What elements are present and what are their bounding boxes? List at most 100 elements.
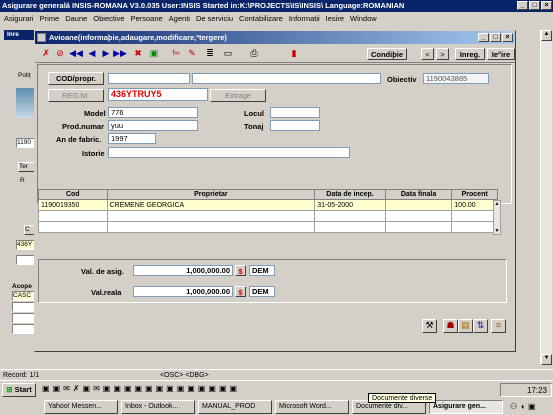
tonaj-field[interactable] xyxy=(270,120,320,131)
menu-daune[interactable]: Daune xyxy=(65,12,87,25)
close-button[interactable]: × xyxy=(541,1,552,10)
quick-launch-icon[interactable]: ▣ xyxy=(177,384,185,396)
inreg-button[interactable]: Inreg. xyxy=(455,48,485,60)
last-record-icon[interactable]: ▶▶ xyxy=(113,47,127,59)
dialog-minimize-button[interactable]: _ xyxy=(478,33,489,42)
sort-icon[interactable]: ⇅ xyxy=(473,319,488,333)
istorie-field[interactable] xyxy=(108,147,350,158)
currency-button-1[interactable]: $ xyxy=(235,265,246,276)
quick-launch-icon[interactable]: ▣ xyxy=(230,384,238,396)
function-icon[interactable]: f∞ xyxy=(169,47,183,59)
maximize-button[interactable]: □ xyxy=(529,1,540,10)
quick-launch-icon[interactable]: ▣ xyxy=(219,384,227,396)
grid-scroll-up-icon[interactable]: ▲ xyxy=(494,201,500,207)
scroll-down-icon[interactable]: ▼ xyxy=(541,354,552,365)
list-icon[interactable]: ≣ xyxy=(203,47,217,59)
iesire-button[interactable]: Ie°ire xyxy=(487,48,515,60)
wand-icon[interactable]: ⚒ xyxy=(422,319,437,333)
cell-cod[interactable] xyxy=(38,210,108,222)
quick-launch-icon[interactable]: ▣ xyxy=(42,384,50,396)
quick-launch-icon[interactable]: ▣ xyxy=(208,384,216,396)
quick-launch-icon[interactable]: ▣ xyxy=(53,384,61,396)
cell-data-incep[interactable]: 31-05-2000 xyxy=(314,199,386,211)
cod-propr-field[interactable] xyxy=(108,73,190,84)
delete-record-icon[interactable]: ✖ xyxy=(131,47,145,59)
cell-cod[interactable] xyxy=(38,221,108,233)
volume-icon[interactable]: ◖ xyxy=(520,402,525,411)
task-asigurare[interactable]: Asigurare gen... xyxy=(429,400,503,414)
task-word[interactable]: Microsoft Word... xyxy=(275,400,349,414)
quick-launch-icon[interactable]: ▣ xyxy=(166,384,174,396)
dialog-close-button[interactable]: × xyxy=(502,33,513,42)
task-manual-prod[interactable]: MANUAL_PROD xyxy=(198,400,272,414)
grid-scroll-down-icon[interactable]: ▼ xyxy=(494,228,500,234)
table-row[interactable]: 1190019350 CREMENE GEORGICA 31-05-2000 1… xyxy=(38,199,498,211)
quick-launch-icon[interactable]: ▣ xyxy=(83,384,91,396)
cell-cod[interactable]: 1190019350 xyxy=(38,199,108,211)
save-icon[interactable]: ▣ xyxy=(147,47,161,59)
currency-button-2[interactable]: $ xyxy=(235,286,246,297)
clock[interactable]: 17:23 xyxy=(527,386,547,395)
quick-launch-icon[interactable]: ▣ xyxy=(134,384,142,396)
first-record-icon[interactable]: ◀◀ xyxy=(69,47,83,59)
cell-data-finala[interactable] xyxy=(384,199,453,211)
cell-data-incep[interactable] xyxy=(314,221,386,233)
chart-icon[interactable]: ▤ xyxy=(458,319,473,333)
val-asig-currency[interactable]: DEM xyxy=(249,265,275,276)
network-icon[interactable]: ⚇ xyxy=(510,402,517,411)
quick-launch-icon[interactable]: ✉ xyxy=(93,384,100,396)
prod-numar-field[interactable]: yuu xyxy=(108,120,198,131)
menu-agenti[interactable]: Agenti xyxy=(169,12,190,25)
cod-propr-name-field[interactable] xyxy=(192,73,381,84)
grid-scrollbar[interactable]: ▲ ▼ xyxy=(493,200,501,235)
extrage-button[interactable]: Extrage xyxy=(210,89,266,102)
people-icon[interactable]: ☗ xyxy=(443,319,458,333)
cell-proprietar[interactable]: CREMENE GEORGICA xyxy=(106,199,316,211)
cell-proprietar[interactable] xyxy=(106,210,316,222)
menu-window[interactable]: Window xyxy=(350,12,377,25)
cancel-icon[interactable]: ✗ xyxy=(39,47,53,59)
money-icon[interactable]: ¤ xyxy=(491,319,506,333)
an-fabric-field[interactable]: 1997 xyxy=(108,133,156,144)
prev-record-icon[interactable]: ◀ xyxy=(85,47,99,59)
conditie-button[interactable]: Condiþie xyxy=(367,48,407,60)
no-entry-icon[interactable]: ⊘ xyxy=(53,47,67,59)
start-button[interactable]: ⊞ Start xyxy=(2,383,36,397)
table-row[interactable] xyxy=(38,221,498,233)
cell-procent[interactable]: 100.00 xyxy=(451,199,498,211)
cell-data-incep[interactable] xyxy=(314,210,386,222)
quick-launch-icon[interactable]: ▣ xyxy=(145,384,153,396)
scroll-up-icon[interactable]: ▲ xyxy=(541,30,552,41)
menu-persoane[interactable]: Persoane xyxy=(131,12,163,25)
table-row[interactable] xyxy=(38,210,498,222)
val-reala-field[interactable]: 1,000,000.00 xyxy=(133,286,233,297)
cell-proprietar[interactable] xyxy=(106,221,316,233)
cell-data-finala[interactable] xyxy=(384,210,453,222)
quick-launch-icon[interactable]: ▣ xyxy=(113,384,121,396)
val-reala-currency[interactable]: DEM xyxy=(249,286,275,297)
menu-informatii[interactable]: Informatii xyxy=(289,12,320,25)
cell-procent[interactable] xyxy=(451,221,498,233)
exit-door-icon[interactable]: ▮ xyxy=(287,47,301,59)
print-icon[interactable]: ⎙ xyxy=(247,47,261,59)
minimize-button[interactable]: _ xyxy=(517,1,528,10)
menu-obiective[interactable]: Obiective xyxy=(93,12,124,25)
vertical-scrollbar[interactable]: ▲ ▼ xyxy=(540,30,552,365)
val-asig-field[interactable]: 1,000,000.00 xyxy=(133,265,233,276)
quick-launch-icon[interactable]: ✉ xyxy=(63,384,70,396)
dialog-maximize-button[interactable]: □ xyxy=(490,33,501,42)
quick-launch-icon[interactable]: ▣ xyxy=(187,384,195,396)
cell-data-finala[interactable] xyxy=(384,221,453,233)
quick-launch-icon[interactable]: ▣ xyxy=(198,384,206,396)
menu-contabilizare[interactable]: Contabilizare xyxy=(239,12,283,25)
cell-procent[interactable] xyxy=(451,210,498,222)
menu-prime[interactable]: Prime xyxy=(40,12,60,25)
quick-launch-icon[interactable]: ▣ xyxy=(103,384,111,396)
edit-icon[interactable]: ✎ xyxy=(185,47,199,59)
menu-de-serviciu[interactable]: De serviciu xyxy=(196,12,233,25)
prev-button[interactable]: < xyxy=(421,48,434,60)
quick-launch-icon[interactable]: ▣ xyxy=(156,384,164,396)
next-record-icon[interactable]: ▶ xyxy=(99,47,113,59)
quick-launch-icon[interactable]: ▣ xyxy=(124,384,132,396)
menu-iesire[interactable]: Iesire xyxy=(326,12,344,25)
